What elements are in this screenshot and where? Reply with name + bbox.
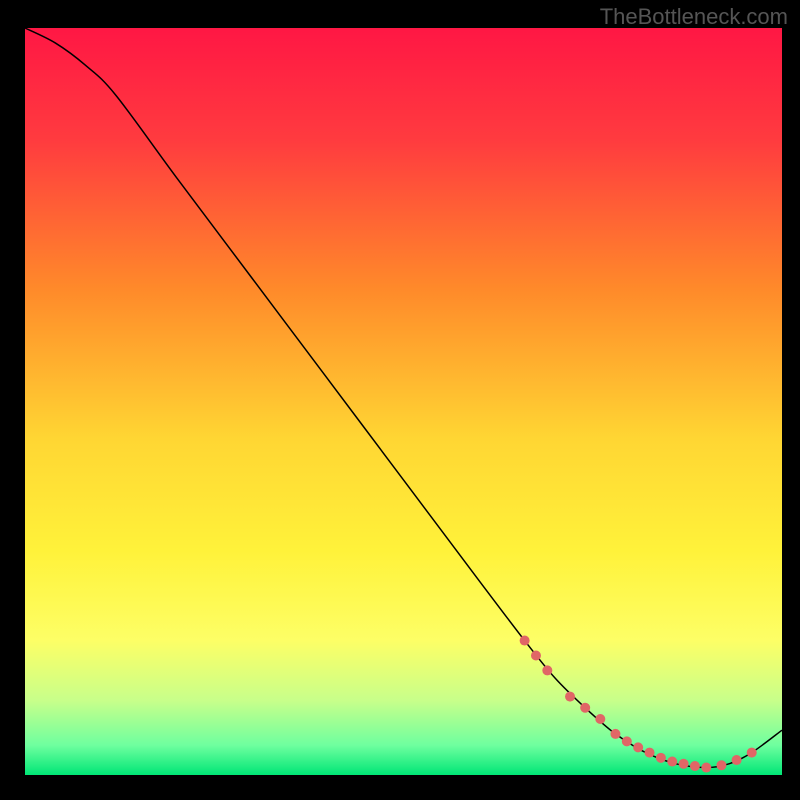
- marker-point: [565, 692, 575, 702]
- marker-point: [645, 748, 655, 758]
- plot-background: [25, 28, 782, 775]
- bottleneck-chart: [0, 0, 800, 800]
- marker-point: [622, 736, 632, 746]
- marker-point: [580, 703, 590, 713]
- marker-point: [747, 748, 757, 758]
- marker-point: [542, 665, 552, 675]
- marker-point: [690, 761, 700, 771]
- marker-point: [520, 636, 530, 646]
- marker-point: [701, 763, 711, 773]
- marker-point: [716, 760, 726, 770]
- marker-point: [679, 759, 689, 769]
- marker-point: [667, 757, 677, 767]
- chart-container: TheBottleneck.com: [0, 0, 800, 800]
- watermark-text: TheBottleneck.com: [600, 4, 788, 30]
- marker-point: [531, 650, 541, 660]
- marker-point: [595, 714, 605, 724]
- marker-point: [732, 755, 742, 765]
- marker-point: [633, 742, 643, 752]
- marker-point: [656, 753, 666, 763]
- marker-point: [610, 729, 620, 739]
